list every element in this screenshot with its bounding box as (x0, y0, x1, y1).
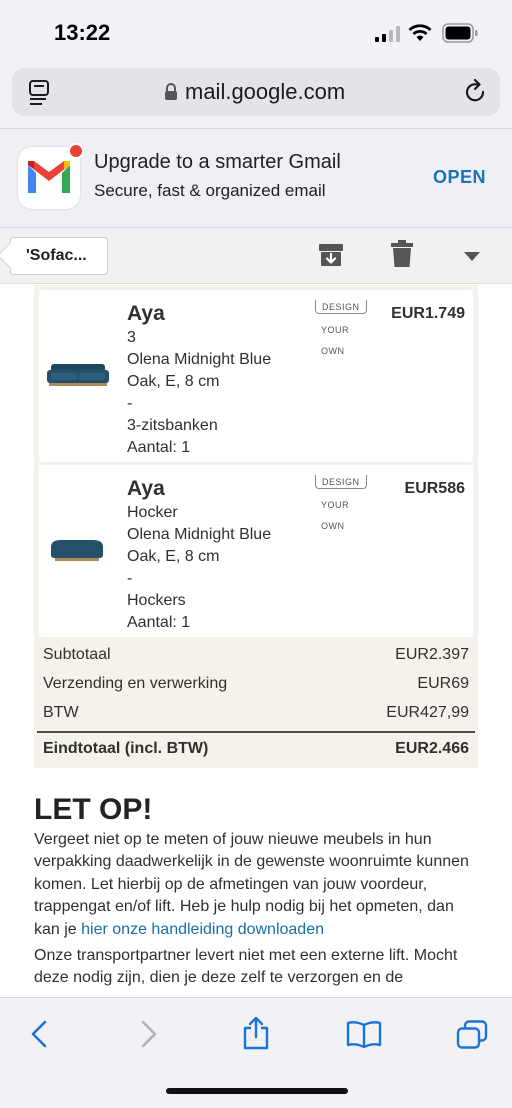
design-your-own-badge: DESIGN YOUR OWN (315, 300, 369, 356)
browser-toolbar (0, 997, 512, 1108)
order-card: Aya 3 Olena Midnight Blue Oak, E, 8 cm -… (34, 285, 478, 768)
order-item: Aya 3 Olena Midnight Blue Oak, E, 8 cm -… (39, 290, 473, 462)
banner-subtitle: Secure, fast & organized email (94, 181, 326, 200)
url-host: mail.google.com (185, 79, 346, 104)
cellular-signal-icon (375, 26, 400, 42)
share-icon[interactable] (242, 1016, 270, 1050)
item-detail: 3-zitsbanken (127, 417, 218, 434)
open-app-button[interactable]: OPEN (433, 167, 486, 188)
bookmarks-icon[interactable] (346, 1020, 382, 1048)
battery-icon (442, 23, 478, 43)
home-indicator (166, 1088, 348, 1094)
clock: 13:22 (54, 20, 111, 45)
summary-value: EUR2.397 (395, 646, 469, 663)
item-detail: Olena Midnight Blue (127, 526, 272, 543)
item-detail: Olena Midnight Blue (127, 351, 272, 368)
item-detail: Aantal: 1 (127, 439, 191, 456)
item-detail: - (127, 570, 133, 587)
summary-label: BTW (43, 704, 79, 721)
item-detail: Hocker (127, 504, 178, 521)
gmail-app-banner: Upgrade to a smarter Gmail Secure, fast … (0, 128, 512, 228)
total-value: EUR2.466 (395, 740, 469, 757)
manual-download-link[interactable]: hier onze handleiding downloaden (81, 921, 324, 938)
summary-row-vat: BTW EUR427,99 (43, 704, 469, 722)
item-price: EUR1.749 (391, 305, 465, 322)
badge-line: OWN (321, 521, 345, 531)
total-label: Eindtotaal (incl. BTW) (43, 740, 209, 757)
summary-row-shipping: Verzending en verwerking EUR69 (43, 675, 469, 693)
status-bar: 13:22 (0, 0, 512, 66)
more-options-icon[interactable] (464, 252, 480, 261)
back-button-label: 'Sofac... (26, 247, 87, 264)
summary-row-total: Eindtotaal (incl. BTW) EUR2.466 (43, 740, 469, 758)
reload-icon[interactable] (464, 79, 488, 105)
item-detail: - (127, 395, 133, 412)
order-item: Aya Hocker Olena Midnight Blue Oak, E, 8… (39, 465, 473, 637)
summary-value: EUR427,99 (386, 704, 469, 721)
badge-line: DESIGN (315, 300, 367, 314)
item-name: Aya (127, 302, 165, 325)
summary-label: Subtotaal (43, 646, 111, 663)
item-detail: Oak, E, 8 cm (127, 548, 220, 565)
lock-icon (165, 83, 177, 100)
ottoman-image (51, 540, 103, 561)
summary-label: Verzending en verwerking (43, 675, 228, 692)
notice-paragraph: Vergeet niet op te meten of jouw nieuwe … (34, 829, 484, 941)
badge-line: DESIGN (315, 475, 367, 489)
notice-heading: LET OP! (34, 793, 153, 826)
badge-line: OWN (321, 346, 345, 356)
item-detail: 3 (127, 329, 136, 346)
email-toolbar: 'Sofac... (0, 228, 512, 284)
item-detail: Hockers (127, 592, 186, 609)
total-divider (37, 731, 475, 733)
gmail-logo-icon (18, 143, 84, 209)
item-detail: Aantal: 1 (127, 614, 191, 631)
banner-title: Upgrade to a smarter Gmail (94, 151, 341, 173)
reader-icon[interactable] (28, 80, 52, 106)
forward-arrow-icon[interactable] (140, 1020, 158, 1048)
summary-row-subtotal: Subtotaal EUR2.397 (43, 646, 469, 664)
address-bar-area: mail.google.com (0, 66, 512, 128)
trash-icon[interactable] (391, 240, 413, 268)
design-your-own-badge: DESIGN YOUR OWN (315, 475, 369, 531)
notification-dot (68, 143, 84, 159)
email-body: Aya 3 Olena Midnight Blue Oak, E, 8 cm -… (0, 285, 512, 997)
back-to-inbox-button[interactable]: 'Sofac... (10, 237, 108, 275)
tabs-icon[interactable] (456, 1020, 488, 1050)
badge-line: YOUR (321, 325, 350, 335)
wifi-icon (408, 24, 432, 41)
item-detail: Oak, E, 8 cm (127, 373, 220, 390)
address-bar[interactable]: mail.google.com (12, 68, 500, 116)
notice-paragraph-2: Onze transportpartner levert niet met ee… (34, 947, 458, 987)
item-name: Aya (127, 477, 165, 500)
summary-value: EUR69 (417, 675, 469, 692)
badge-line: YOUR (321, 500, 350, 510)
item-price: EUR586 (404, 480, 465, 497)
archive-icon[interactable] (318, 242, 344, 268)
back-arrow-icon[interactable] (30, 1020, 48, 1048)
sofa-image (47, 364, 109, 386)
